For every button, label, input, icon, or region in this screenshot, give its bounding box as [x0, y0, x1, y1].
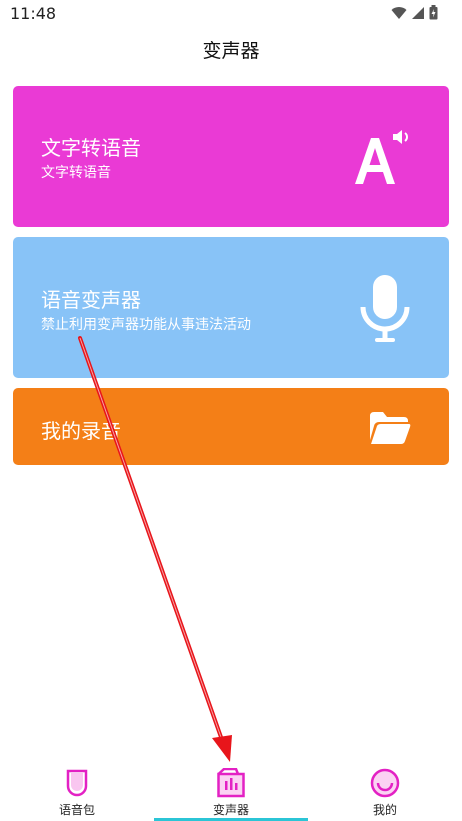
status-icons [391, 5, 438, 20]
microphone-icon [360, 275, 410, 342]
voice-pack-icon [66, 769, 88, 797]
page-title: 变声器 [202, 40, 260, 62]
voice-changer-title: 语音变声器 [41, 288, 141, 312]
my-recordings-card[interactable]: 我的录音 [13, 388, 449, 465]
text-speaker-icon [355, 130, 408, 184]
nav-voice-changer[interactable]: 变声器 [154, 760, 308, 821]
nav-profile-label: 我的 [372, 803, 397, 817]
text-to-speech-subtitle: 文字转语音 [41, 165, 111, 181]
nav-voice-pack-label: 语音包 [58, 803, 95, 817]
voice-changer-icon [217, 768, 245, 798]
nav-voice-changer-label: 变声器 [212, 803, 249, 817]
folder-icon [370, 412, 411, 444]
voice-changer-card[interactable]: 语音变声器 禁止利用变声器功能从事违法活动 [13, 237, 449, 378]
status-time: 11:48 [10, 4, 57, 23]
my-recordings-title: 我的录音 [41, 419, 121, 443]
battery-icon [429, 5, 438, 20]
bottom-nav: 语音包 变声器 我的 [0, 760, 462, 821]
profile-icon [370, 768, 400, 798]
text-to-speech-card[interactable]: 文字转语音 文字转语音 [13, 86, 449, 227]
signal-icon [412, 6, 424, 19]
nav-voice-pack[interactable]: 语音包 [0, 760, 154, 821]
voice-changer-warning: 禁止利用变声器功能从事违法活动 [41, 317, 251, 333]
wifi-icon [391, 6, 407, 19]
status-bar: 11:48 [0, 0, 462, 28]
text-to-speech-title: 文字转语音 [41, 136, 141, 160]
nav-profile[interactable]: 我的 [308, 760, 462, 821]
